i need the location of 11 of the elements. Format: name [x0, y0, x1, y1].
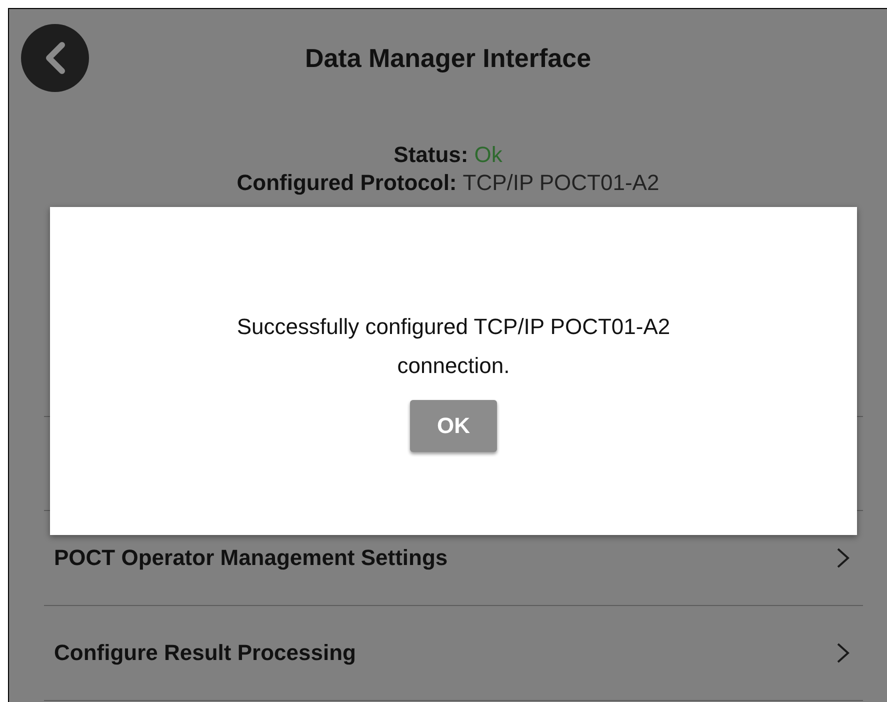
chevron-right-icon — [835, 641, 851, 665]
page-title: Data Manager Interface — [304, 42, 592, 74]
ok-button[interactable]: OK — [410, 400, 497, 452]
chevron-right-icon — [835, 546, 851, 570]
status-value: Ok — [474, 142, 502, 167]
protocol-value: TCP/IP POCT01-A2 — [462, 170, 660, 195]
status-label: Status: — [394, 142, 468, 167]
protocol-label: Configured Protocol: — [236, 170, 457, 195]
chevron-left-icon — [46, 42, 64, 74]
menu-item[interactable]: Configure Result Processing — [44, 606, 863, 701]
dialog-message: Successfully configured TCP/IP POCT01-A2 connection. — [236, 313, 672, 380]
